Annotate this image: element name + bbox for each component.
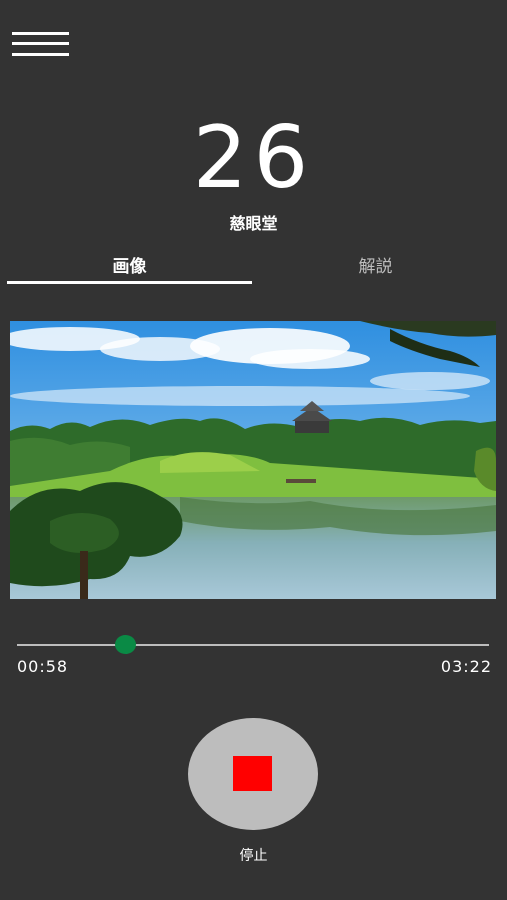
elapsed-time: 00:58 — [17, 657, 69, 676]
stop-label: 停止 — [239, 848, 268, 864]
progress-track[interactable] — [17, 644, 489, 646]
total-time: 03:22 — [440, 657, 492, 676]
hamburger-menu-icon — [12, 32, 69, 35]
progress-thumb[interactable] — [115, 635, 137, 654]
tab-commentary[interactable]: 解説 — [253, 255, 498, 285]
menu-button[interactable] — [12, 30, 70, 60]
active-tab-indicator — [7, 281, 252, 284]
stop-button[interactable] — [188, 718, 318, 830]
stop-icon — [233, 756, 272, 791]
spot-photo — [10, 321, 496, 599]
spot-number: 26 — [192, 108, 315, 208]
spot-name: 慈眼堂 — [229, 214, 278, 233]
